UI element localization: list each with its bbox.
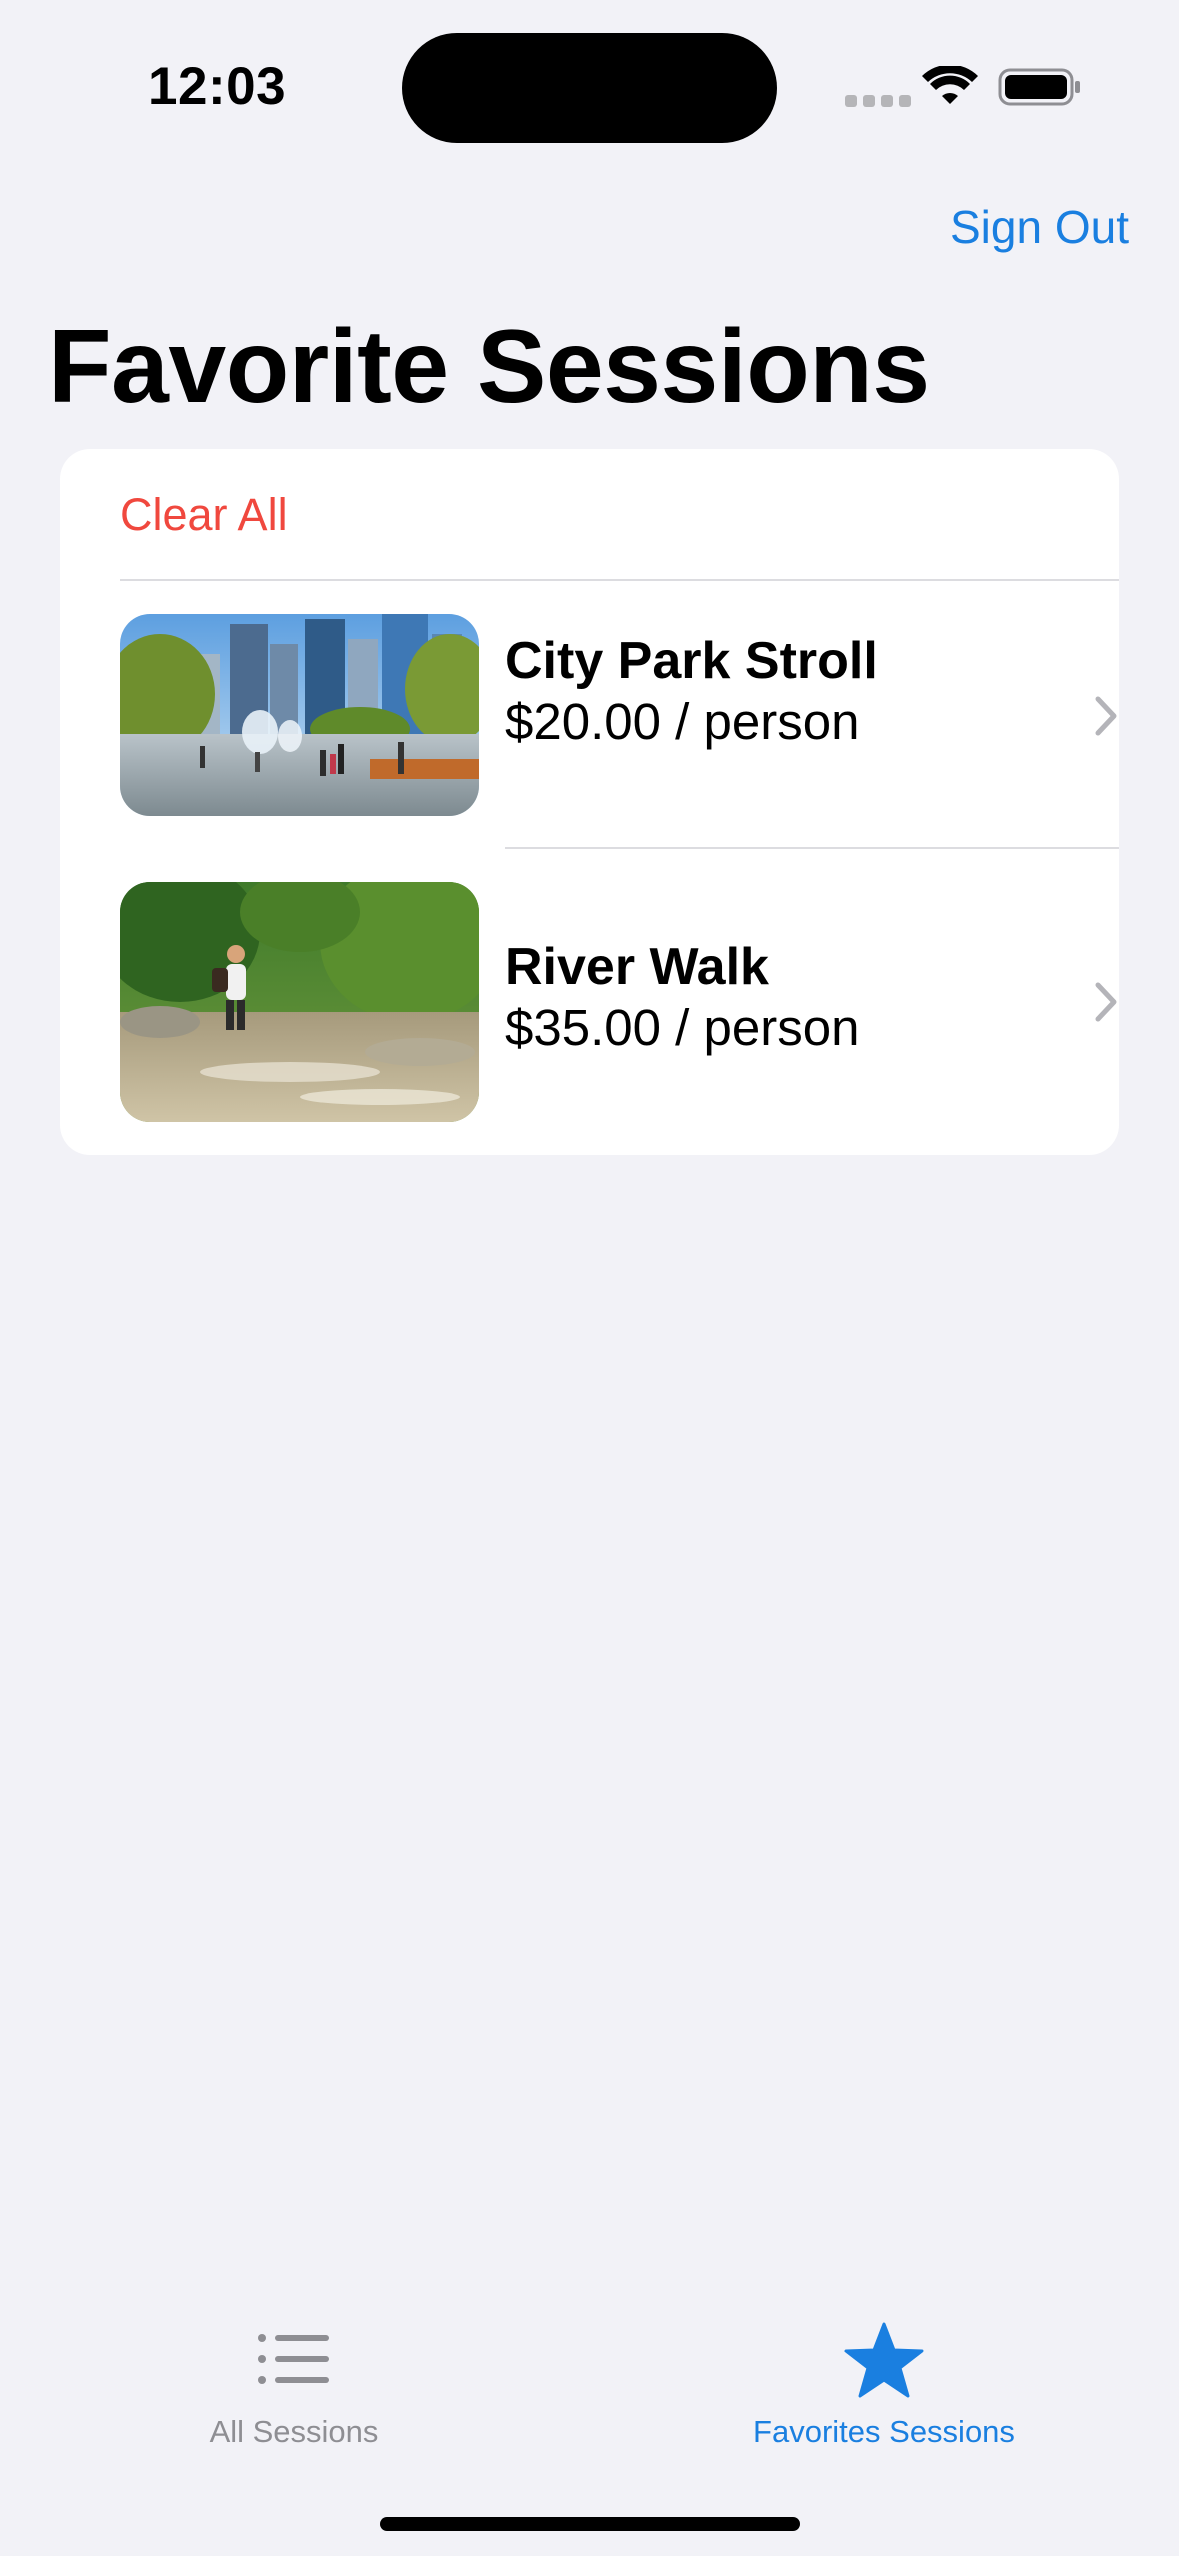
star-icon bbox=[844, 2322, 924, 2398]
list-icon bbox=[258, 2334, 329, 2384]
page-title: Favorite Sessions bbox=[48, 309, 930, 425]
session-price: $20.00 / person bbox=[505, 693, 860, 750]
sign-out-button[interactable]: Sign Out bbox=[950, 200, 1129, 254]
tab-favorites-sessions[interactable]: Favorites Sessions bbox=[684, 2318, 1084, 2449]
tab-label: Favorites Sessions bbox=[753, 2414, 1015, 2449]
session-price: $35.00 / person bbox=[505, 999, 860, 1056]
session-row-river-walk[interactable]: River Walk $35.00 / person bbox=[60, 849, 1119, 1155]
river-walk-photo bbox=[120, 882, 479, 1122]
home-indicator bbox=[380, 2517, 800, 2531]
favorites-screen: 12:03 Sign Out Favorite Sessions Clear A… bbox=[0, 0, 1179, 2556]
cellular-signal-icon bbox=[845, 95, 911, 107]
tab-label: All Sessions bbox=[209, 2414, 379, 2449]
dynamic-island bbox=[402, 33, 777, 143]
city-park-photo bbox=[120, 614, 479, 816]
divider bbox=[120, 579, 1119, 581]
session-title: City Park Stroll bbox=[505, 632, 878, 690]
favorites-list: Clear All City Park Stroll $20.00 / pers… bbox=[60, 449, 1119, 1155]
status-time: 12:03 bbox=[148, 57, 287, 116]
clear-all-button[interactable]: Clear All bbox=[120, 489, 288, 541]
chevron-right-icon bbox=[1095, 982, 1117, 1022]
chevron-right-icon bbox=[1095, 696, 1117, 736]
session-row-city-park-stroll[interactable]: City Park Stroll $20.00 / person bbox=[60, 582, 1119, 850]
session-title: River Walk bbox=[505, 938, 769, 996]
wifi-icon bbox=[922, 66, 978, 104]
battery-icon bbox=[998, 68, 1080, 106]
tab-all-sessions[interactable]: All Sessions bbox=[94, 2318, 494, 2449]
